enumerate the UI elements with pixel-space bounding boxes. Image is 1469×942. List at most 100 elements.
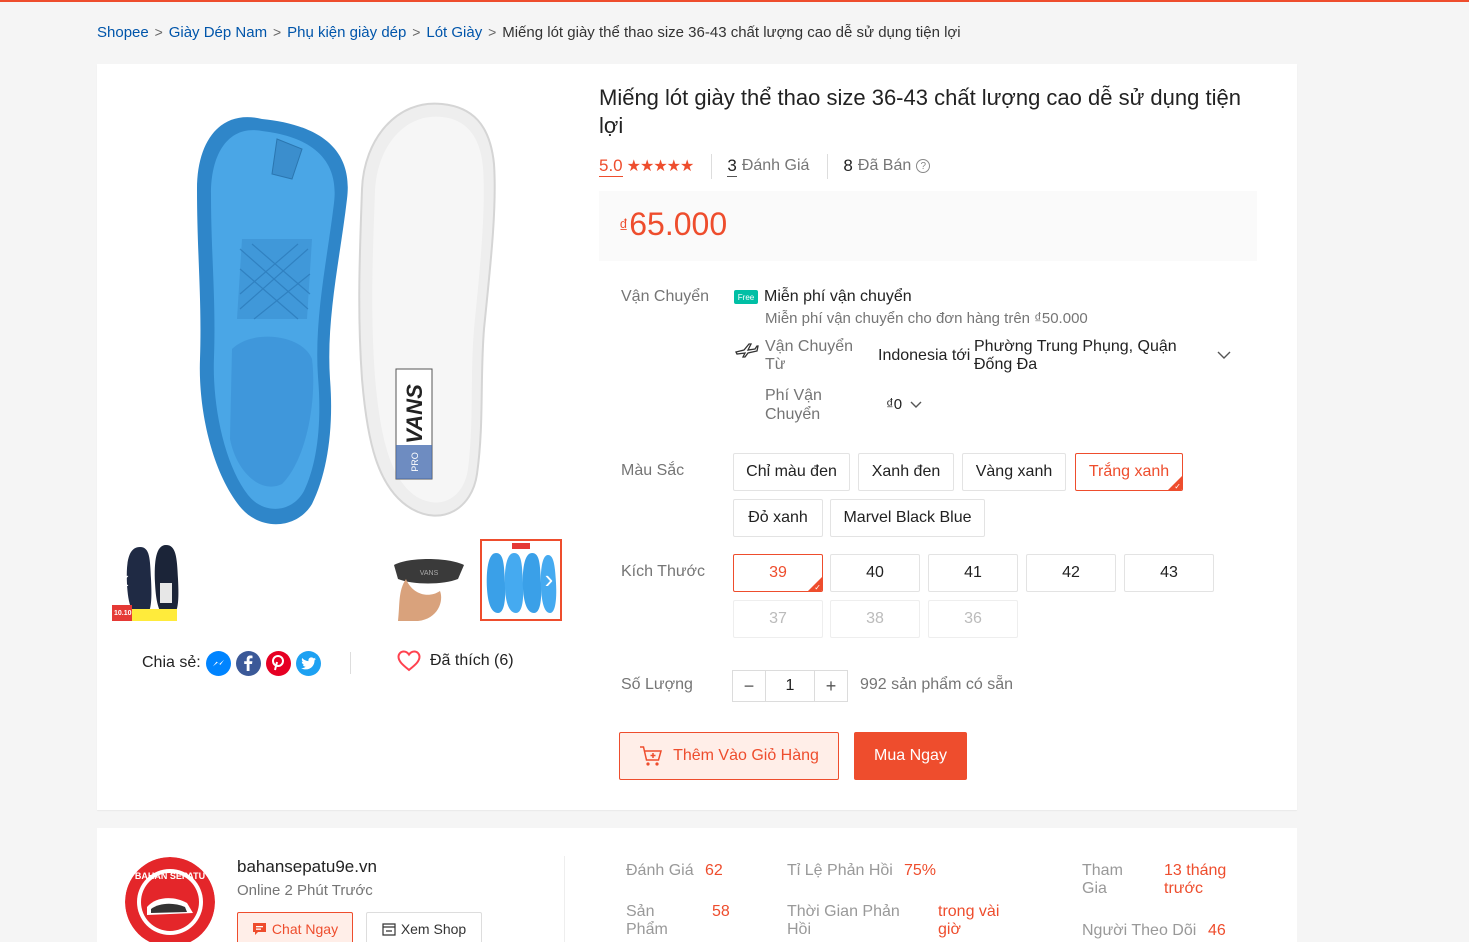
facebook-icon[interactable] bbox=[235, 650, 261, 676]
chat-now-button[interactable]: Chat Ngay bbox=[237, 912, 353, 942]
quantity-label: Số Lượng bbox=[621, 676, 693, 693]
gallery-next-button[interactable]: › bbox=[538, 566, 560, 593]
like-label: Đã thích (6) bbox=[430, 652, 514, 669]
quantity-stepper: − 1 + bbox=[732, 670, 848, 702]
color-option-red-blue[interactable]: Đỏ xanh bbox=[733, 499, 823, 537]
add-to-cart-button[interactable]: Thêm Vào Giỏ Hàng bbox=[619, 732, 839, 780]
rating-value[interactable]: 5.0 bbox=[599, 156, 623, 177]
cart-icon bbox=[640, 746, 663, 766]
thumbnail-badge-text: 10.10 bbox=[114, 610, 132, 617]
shipping-fee-value: ₫0 bbox=[886, 396, 903, 413]
shop-response-time-label: Thời Gian Phản Hồi bbox=[787, 903, 900, 938]
divider bbox=[711, 153, 713, 179]
reviews-label: Đánh Giá bbox=[741, 157, 810, 174]
breadcrumb-insoles[interactable]: Lót Giày bbox=[426, 24, 482, 41]
reviews-count[interactable]: 3 bbox=[727, 156, 737, 177]
shop-logo-text: BAHAN SEPATU bbox=[135, 871, 205, 881]
color-option-label: Vàng xanh bbox=[975, 463, 1053, 480]
size-option-label: 39 bbox=[769, 564, 787, 581]
color-option-navy[interactable]: Xanh đen bbox=[858, 453, 954, 491]
shipping-fee-dropdown[interactable]: ₫0 bbox=[886, 396, 922, 413]
shipping-truck-icon bbox=[735, 342, 759, 363]
ship-to-address[interactable]: Phường Trung Phụng, Quận Đống Đa bbox=[974, 338, 1194, 374]
shop-response-rate-value: 75% bbox=[904, 862, 937, 879]
gallery-prev-button[interactable]: ‹ bbox=[114, 566, 136, 593]
size-option-37-disabled: 37 bbox=[733, 600, 823, 638]
product-main-image[interactable]: PRO VANS bbox=[112, 79, 562, 529]
size-option-42[interactable]: 42 bbox=[1026, 554, 1116, 592]
color-option-marvel[interactable]: Marvel Black Blue bbox=[830, 499, 985, 537]
color-label: Màu Sắc bbox=[621, 462, 685, 479]
product-stats: 5.0 ★★★★★ 3 Đánh Giá 8 Đã Bán ? bbox=[599, 153, 931, 179]
size-option-36-disabled: 36 bbox=[928, 600, 1018, 638]
chat-icon bbox=[252, 923, 266, 935]
chevron-right-icon: > bbox=[488, 24, 497, 40]
add-to-cart-label: Thêm Vào Giỏ Hàng bbox=[673, 747, 819, 764]
color-option-black[interactable]: Chỉ màu đen bbox=[733, 453, 850, 491]
shipping-fee-label: Phí Vận Chuyển bbox=[765, 387, 822, 423]
buy-now-button[interactable]: Mua Ngay bbox=[854, 732, 967, 780]
check-icon: ✓ bbox=[814, 583, 821, 592]
quantity-input[interactable]: 1 bbox=[765, 671, 815, 701]
view-shop-button[interactable]: Xem Shop bbox=[366, 912, 482, 942]
price-value: 65.000 bbox=[629, 206, 728, 242]
currency-symbol: ₫ bbox=[619, 216, 629, 236]
size-option-43[interactable]: 43 bbox=[1124, 554, 1214, 592]
messenger-icon[interactable] bbox=[205, 650, 231, 676]
sold-label: Đã Bán bbox=[857, 157, 912, 174]
stock-available: 992 sản phẩm có sẵn bbox=[860, 676, 1013, 693]
size-label: Kích Thước bbox=[621, 563, 706, 580]
shop-followers-value: 46 bbox=[1208, 922, 1226, 939]
shop-card: BAHAN SEPATU bahansepatu9e.vn Online 2 P… bbox=[97, 828, 1297, 942]
size-option-40[interactable]: 40 bbox=[830, 554, 920, 592]
shop-joined-label: Tham Gia bbox=[1082, 862, 1123, 897]
shop-followers-label: Người Theo Dõi bbox=[1082, 922, 1197, 939]
chevron-down-icon bbox=[910, 401, 922, 408]
shop-name: bahansepatu9e.vn bbox=[237, 857, 377, 876]
share-label: Chia sẻ: bbox=[142, 654, 201, 671]
breadcrumb-mens-shoes[interactable]: Giày Dép Nam bbox=[169, 24, 267, 41]
color-option-label: Trắng xanh bbox=[1088, 463, 1170, 480]
product-card: PRO VANS 10.10 ‹ VANS › Chia sẻ: Đã thíc… bbox=[97, 64, 1297, 810]
free-shipping: Free Miễn phí vận chuyển bbox=[734, 288, 912, 306]
quantity-increase-button[interactable]: + bbox=[815, 671, 847, 701]
divider bbox=[564, 856, 565, 942]
shop-products-value[interactable]: 58 bbox=[712, 903, 730, 921]
top-accent-line bbox=[0, 0, 1469, 2]
view-shop-label: Xem Shop bbox=[400, 921, 467, 937]
svg-text:VANS: VANS bbox=[402, 384, 427, 444]
shop-response-rate-label: Tỉ Lệ Phản Hồi bbox=[787, 862, 893, 879]
twitter-icon[interactable] bbox=[295, 650, 321, 676]
breadcrumb-shopee[interactable]: Shopee bbox=[97, 24, 149, 41]
color-option-yellow-blue[interactable]: Vàng xanh bbox=[962, 453, 1066, 491]
shop-ratings-label: Đánh Giá bbox=[626, 862, 694, 879]
pinterest-icon[interactable] bbox=[265, 650, 291, 676]
ship-from-value: Indonesia tới bbox=[878, 347, 971, 364]
share-row: Chia sẻ: bbox=[142, 649, 321, 677]
breadcrumb-current: Miếng lót giày thể thao size 36-43 chất … bbox=[502, 23, 961, 41]
shipping-label: Vận Chuyển bbox=[621, 288, 710, 305]
thumbnail-4[interactable]: VANS bbox=[388, 539, 470, 621]
breadcrumb-shoe-accessories[interactable]: Phụ kiện giày dép bbox=[287, 24, 406, 41]
size-option-39[interactable]: 39 ✓ bbox=[733, 554, 823, 592]
free-shipping-title: Miễn phí vận chuyển bbox=[764, 288, 912, 305]
svg-text:PRO: PRO bbox=[410, 452, 420, 472]
check-icon: ✓ bbox=[1174, 482, 1181, 491]
help-icon[interactable]: ? bbox=[916, 159, 931, 173]
shop-response-time-value: trong vài giờ bbox=[938, 903, 1000, 938]
shop-icon bbox=[382, 922, 396, 936]
chevron-right-icon: > bbox=[412, 24, 421, 40]
shop-products-label: Sản Phẩm bbox=[626, 903, 668, 938]
divider bbox=[350, 652, 351, 674]
shop-avatar[interactable]: BAHAN SEPATU bbox=[125, 857, 215, 942]
price-box: ₫65.000 bbox=[599, 191, 1257, 261]
like-button[interactable]: Đã thích (6) bbox=[397, 650, 514, 672]
chevron-down-icon[interactable] bbox=[1217, 347, 1231, 363]
size-option-41[interactable]: 41 bbox=[928, 554, 1018, 592]
divider bbox=[827, 153, 829, 179]
sold-count: 8 bbox=[843, 156, 853, 175]
free-shipping-icon: Free bbox=[734, 290, 758, 304]
shop-joined-value: 13 tháng trước bbox=[1164, 862, 1227, 897]
color-option-white-blue[interactable]: Trắng xanh ✓ bbox=[1075, 453, 1183, 491]
quantity-decrease-button[interactable]: − bbox=[733, 671, 765, 701]
